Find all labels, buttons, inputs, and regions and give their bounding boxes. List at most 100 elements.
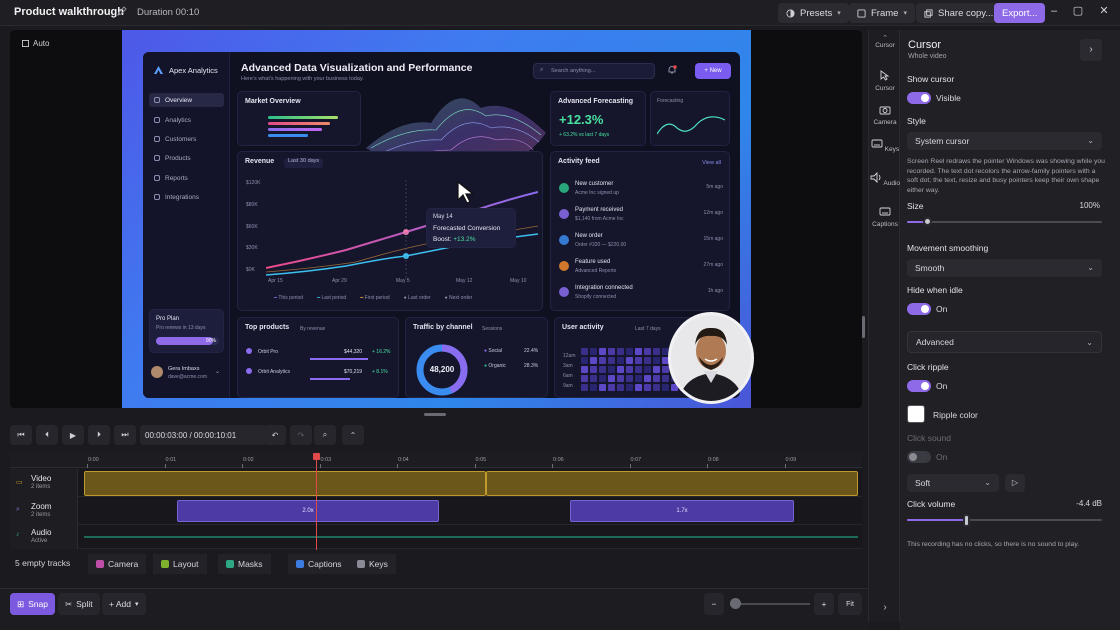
nav-item-reports[interactable]: Reports [149,171,224,185]
show-cursor-toggle[interactable] [907,92,931,104]
avatar[interactable] [151,366,163,378]
hide-idle-toggle[interactable] [907,303,931,315]
pro-plan-percent: 90% [205,338,216,344]
style-select[interactable]: System cursor ⌄ [907,132,1102,150]
smoothing-select[interactable]: Smooth ⌄ [907,259,1102,277]
audio-waveform[interactable] [84,536,858,538]
panel-resize-handle[interactable] [862,316,865,338]
video-clip[interactable] [84,471,486,496]
sound-type-select[interactable]: Soft ⌄ [907,474,999,492]
panel-expand-button[interactable]: › [1080,39,1102,61]
playhead-handle[interactable] [313,453,320,460]
resize-handle[interactable] [424,413,446,416]
play-preview-icon[interactable]: ▷ [1005,474,1025,492]
heatmap-cell [653,384,660,391]
play-button[interactable]: ▶ [62,425,84,445]
zoom-in-button[interactable]: + [814,593,834,615]
share-copy-button[interactable]: Share copy... [916,3,1002,23]
rail-item-audio[interactable]: Audio [869,171,901,187]
zoom-segment[interactable]: 1.7x [570,500,794,522]
split-button[interactable]: ✂ Split [58,593,100,615]
fit-button[interactable]: Fit [838,593,862,615]
video-clip[interactable] [486,471,858,496]
timeline-ruler[interactable]: 0:00 0:01 0:02 0:03 0:04 0:05 0:06 0:07 0:08 0:09 [10,452,862,468]
track-header-audio[interactable]: ♪ Audio Active [10,525,78,549]
zoom-search-icon[interactable]: ⌕ [314,425,336,445]
view-all-link[interactable]: View all [702,160,721,166]
auto-badge[interactable]: Auto [22,39,49,48]
export-button[interactable]: Export... [994,3,1046,23]
playhead[interactable] [316,454,317,550]
dashboard-subtitle: Here's what's happening with your busine… [241,76,364,82]
activity-row[interactable]: New customer Acme Inc signed up 5m ago [559,180,723,202]
skip-start-icon[interactable]: ⏮ [10,425,32,445]
rail-item-captions[interactable]: Captions [869,206,901,228]
rail-item-cursor[interactable]: Cursor [869,70,901,92]
tooltip-boost-label: Boost: [433,236,452,243]
size-slider-track[interactable] [907,221,1102,223]
click-sound-toggle[interactable] [907,451,931,463]
nav-item-products[interactable]: Products [149,151,224,165]
zoom-segment[interactable]: 2.0x [177,500,439,522]
add-button[interactable]: + Add ▾ [102,593,146,615]
activity-row[interactable]: Integration connected Shopify connected 1h… [559,284,723,306]
frame-button[interactable]: Frame ▾ [849,3,915,23]
heatmap-cell [590,357,597,364]
snap-button[interactable]: ⊞ Snap [10,593,55,615]
chevron-down-icon[interactable]: ⌄ [215,368,220,375]
timeline-zoom-knob[interactable] [730,598,741,609]
skip-end-icon[interactable]: ⏭ [114,425,136,445]
title-bar: Product walkthrough Duration 00:10 Prese… [0,0,1120,26]
step-forward-icon[interactable]: ⏵ [88,425,110,445]
webcam-overlay[interactable] [668,312,754,404]
close-icon[interactable]: ✕ [1096,3,1112,19]
nav-item-overview[interactable]: Overview [149,93,224,107]
track-header-video[interactable]: ▭ Video 2 items [10,469,78,497]
chevron-right-icon[interactable]: › [869,602,901,613]
nav-item-analytics[interactable]: Analytics [149,113,224,127]
zoom-out-button[interactable]: − [704,593,724,615]
by-revenue-select[interactable]: By revenue [300,326,325,332]
project-title[interactable]: Product walkthrough [14,6,124,18]
click-ripple-toggle[interactable] [907,380,931,392]
add-track-masks[interactable]: Masks [218,554,271,574]
activity-row[interactable]: Payment received $1,140 from Acme Inc 12m … [559,206,723,228]
rename-pencil-icon[interactable] [117,6,127,16]
nav-item-integrations[interactable]: Integrations [149,190,224,204]
presets-button[interactable]: Presets ▾ [778,3,849,23]
nav-item-customers[interactable]: Customers [149,132,224,146]
add-track-captions[interactable]: Captions [288,554,350,574]
add-track-layout[interactable]: Layout [153,554,207,574]
ripple-color-swatch[interactable] [907,405,925,423]
rail-collapse[interactable]: ⌃ Cursor [869,34,901,49]
add-track-keys[interactable]: Keys [349,554,396,574]
new-button[interactable]: + New [695,63,731,79]
timecode-display[interactable]: 00:00:03:00 / 00:00:10:01 [140,425,266,445]
timeline-zoom-track[interactable] [730,603,810,605]
rail-item-keys[interactable]: Keys [869,138,901,153]
size-slider-knob[interactable] [922,217,932,226]
add-track-camera[interactable]: Camera [88,554,147,574]
minimize-icon[interactable]: – [1046,3,1062,19]
last7-select[interactable]: Last 7 days [635,326,661,332]
track-header-zoom[interactable]: ⌕ Zoom 2 items [10,497,78,525]
step-back-icon[interactable]: ⏴ [36,425,58,445]
heatmap-cell [617,375,624,382]
heatmap-cell [590,384,597,391]
rail-item-camera[interactable]: Camera [869,104,901,126]
x-tick: May 12 [456,278,473,284]
bell-icon[interactable] [667,65,677,75]
advanced-expander[interactable]: Advanced ⌄ [907,331,1102,353]
camera-icon [879,106,891,115]
activity-row[interactable]: New order Order #320 — $220.00 15m ago [559,232,723,254]
revenue-range-select[interactable]: Last 30 days [284,158,324,168]
collapse-timeline-icon[interactable]: ⌃ [342,425,364,445]
maximize-icon[interactable]: ▢ [1070,3,1086,19]
redo-icon[interactable]: ↷ [290,425,312,445]
dashboard-search[interactable]: ⌕ Search anything... [533,63,655,79]
activity-row[interactable]: Feature used Advanced Reports 27m ago [559,258,723,280]
search-placeholder: Search anything... [551,68,596,74]
traffic-range-select[interactable]: Sessions [482,326,502,332]
volume-slider-knob[interactable] [962,514,970,527]
undo-icon[interactable]: ↶ [264,425,286,445]
